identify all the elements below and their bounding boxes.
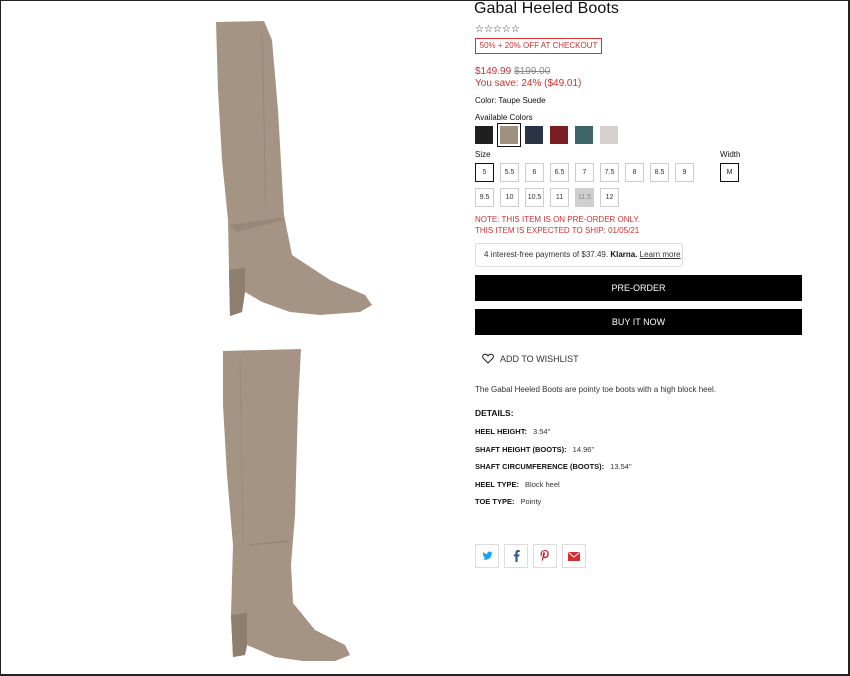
klarna-banner: 4 interest-free payments of $37.49. Klar…	[475, 243, 683, 267]
spec-value: Pointy	[520, 497, 542, 506]
email-icon	[568, 551, 580, 561]
product-title: Gabal Heeled Boots	[474, 0, 620, 17]
spec-key: TOE TYPE:	[475, 497, 515, 506]
size-option[interactable]: 10	[500, 188, 519, 207]
klarna-text: 4 interest-free payments of $37.49.	[484, 250, 609, 259]
preorder-button[interactable]: PRE-ORDER	[475, 275, 802, 301]
preorder-note: NOTE: THIS ITEM IS ON PRE-ORDER ONLY. TH…	[475, 214, 640, 236]
share-pinterest-button[interactable]	[533, 544, 557, 568]
color-swatches	[475, 123, 618, 147]
size-option[interactable]: 9.5	[475, 188, 494, 207]
spec-value: 14.96"	[572, 445, 595, 454]
spec-value: Block heel	[525, 480, 560, 489]
color-label: Color: Taupe Suede	[475, 96, 546, 105]
spec-key: HEEL HEIGHT:	[475, 427, 527, 436]
spec-shaft-height: SHAFT HEIGHT (BOOTS): 14.96"	[475, 445, 594, 454]
klarna-logo: Klarna.	[610, 250, 638, 259]
spec-key: SHAFT CIRCUMFERENCE (BOOTS):	[475, 462, 605, 471]
size-option[interactable]: 8	[625, 163, 644, 182]
product-image-front[interactable]	[195, 345, 365, 665]
width-label: Width	[720, 150, 741, 159]
share-facebook-button[interactable]	[504, 544, 528, 568]
size-grid: 5 5.5 6 6.5 7 7.5 8 8.5 9 9.5 10 10.5 11 11.5 12	[475, 163, 705, 207]
page-frame	[0, 0, 850, 676]
preorder-note-line1: NOTE: THIS ITEM IS ON PRE-ORDER ONLY.	[475, 215, 640, 224]
size-option[interactable]: 10.5	[525, 188, 544, 207]
color-swatch[interactable]	[525, 126, 543, 144]
size-option[interactable]: 11	[550, 188, 569, 207]
size-option[interactable]: 5	[475, 163, 494, 182]
size-option[interactable]: 6	[525, 163, 544, 182]
current-price: $149.99	[475, 66, 512, 77]
twitter-icon	[481, 551, 493, 560]
preorder-note-line2: THIS ITEM IS EXPECTED TO SHIP: 01/05/21	[475, 226, 640, 235]
available-colors-label: Available Colors	[475, 113, 533, 122]
wishlist-label: ADD TO WISHLIST	[500, 353, 579, 364]
spec-value: 3.54"	[532, 427, 551, 436]
pinterest-icon	[540, 550, 549, 562]
spec-heel-height: HEEL HEIGHT: 3.54"	[475, 427, 550, 436]
share-email-button[interactable]	[562, 544, 586, 568]
price-block: $149.99 $199.00	[475, 66, 550, 77]
share-twitter-button[interactable]	[475, 544, 499, 568]
product-image-side[interactable]	[200, 20, 380, 320]
size-option[interactable]: 12	[600, 188, 619, 207]
add-to-wishlist-button[interactable]: ADD TO WISHLIST	[482, 353, 579, 364]
width-option-m[interactable]: M	[720, 163, 739, 182]
spec-key: HEEL TYPE:	[475, 480, 520, 489]
spec-heel-type: HEEL TYPE: Block heel	[475, 480, 560, 489]
size-option[interactable]: 11.5	[575, 188, 594, 207]
size-option[interactable]: 6.5	[550, 163, 569, 182]
original-price: $199.00	[514, 66, 551, 77]
savings-text: You save: 24% ($49.01)	[475, 78, 582, 89]
size-option[interactable]: 7.5	[600, 163, 619, 182]
size-option[interactable]: 9	[675, 163, 694, 182]
color-swatch[interactable]	[600, 126, 618, 144]
buy-now-button[interactable]: BUY IT NOW	[475, 309, 802, 335]
color-swatch[interactable]	[575, 126, 593, 144]
klarna-learn-more-link[interactable]: Learn more	[640, 250, 681, 259]
color-swatch[interactable]	[550, 126, 568, 144]
size-option[interactable]: 8.5	[650, 163, 669, 182]
product-description: The Gabal Heeled Boots are pointy toe bo…	[475, 385, 717, 394]
spec-key: SHAFT HEIGHT (BOOTS):	[475, 445, 567, 454]
size-label: Size	[475, 150, 491, 159]
heart-icon	[482, 353, 494, 364]
promo-badge: 50% + 20% OFF AT CHECKOUT	[475, 38, 602, 54]
rating-stars[interactable]: ☆☆☆☆☆	[475, 24, 520, 35]
spec-shaft-circumference: SHAFT CIRCUMFERENCE (BOOTS): 13.54"	[475, 462, 632, 471]
facebook-icon	[513, 550, 520, 562]
color-swatch[interactable]	[475, 126, 493, 144]
details-heading: DETAILS:	[475, 408, 514, 418]
color-swatch[interactable]	[497, 123, 521, 147]
spec-value: 13.54"	[610, 462, 632, 471]
size-option[interactable]: 5.5	[500, 163, 519, 182]
size-option[interactable]: 7	[575, 163, 594, 182]
spec-toe-type: TOE TYPE: Pointy	[475, 497, 541, 506]
